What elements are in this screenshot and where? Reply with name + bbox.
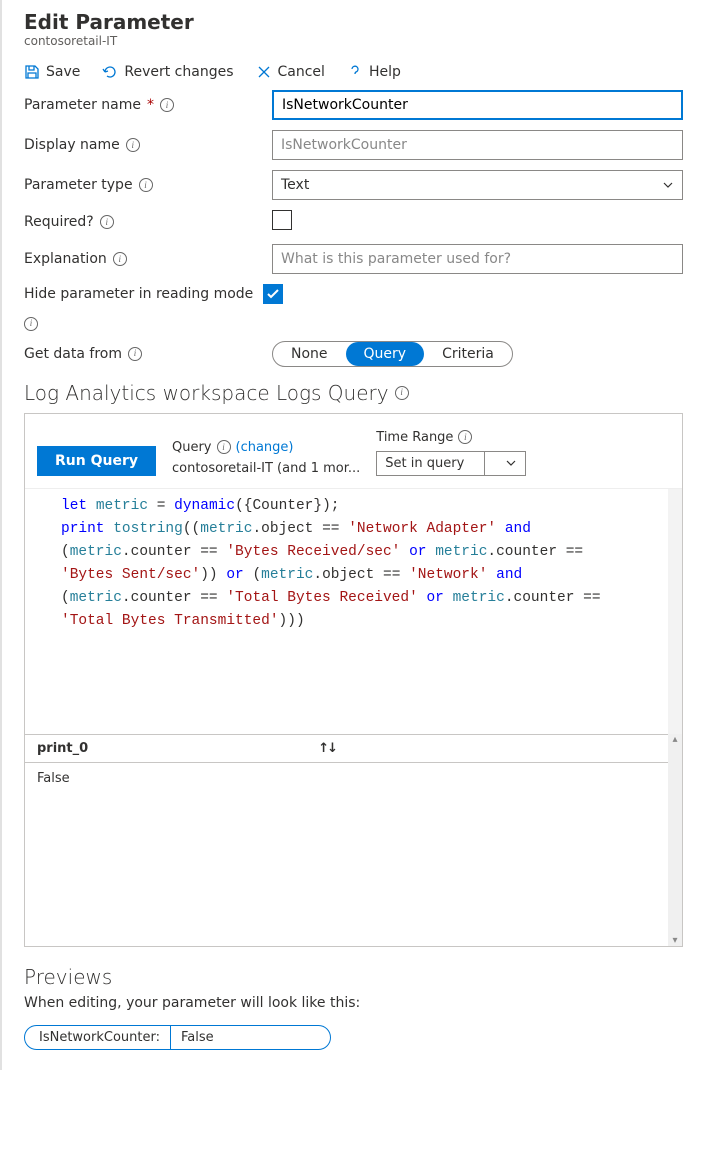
info-icon[interactable] — [100, 215, 114, 229]
previews-subtitle: When editing, your parameter will look l… — [24, 995, 683, 1011]
run-query-button[interactable]: Run Query — [37, 446, 156, 476]
preview-pill-value: False — [170, 1026, 330, 1049]
result-cell: False — [37, 771, 70, 786]
info-icon[interactable] — [217, 440, 231, 454]
scroll-up-icon[interactable]: ▴ — [672, 734, 677, 745]
help-button[interactable]: Help — [347, 64, 401, 80]
info-icon[interactable] — [126, 138, 140, 152]
display-name-label: Display name — [24, 137, 272, 153]
revert-button[interactable]: Revert changes — [102, 64, 233, 80]
cancel-button[interactable]: Cancel — [256, 64, 325, 80]
get-data-from-group: None Query Criteria — [272, 341, 513, 367]
query-editor[interactable]: let metric = dynamic({Counter}); print t… — [25, 488, 682, 734]
result-header[interactable]: print_0 ↑↓ — [25, 734, 682, 763]
info-icon[interactable] — [128, 347, 142, 361]
page-subtitle: contosoretail-IT — [24, 34, 683, 48]
explanation-label: Explanation — [24, 251, 272, 267]
info-icon[interactable] — [160, 98, 174, 112]
get-data-from-label: Get data from — [24, 346, 272, 362]
info-icon[interactable] — [113, 252, 127, 266]
previews-title: Previews — [24, 965, 683, 989]
required-asterisk: * — [147, 97, 154, 113]
check-icon — [266, 287, 280, 301]
close-icon — [256, 64, 272, 80]
query-scope-text: contosoretail-IT (and 1 mor... — [172, 461, 360, 476]
parameter-name-input[interactable] — [272, 90, 683, 120]
scrollbar[interactable]: ▴ ▾ — [668, 734, 682, 946]
getdata-option-query[interactable]: Query — [346, 342, 425, 366]
required-label: Required? — [24, 214, 272, 230]
hide-parameter-checkbox[interactable] — [263, 284, 283, 304]
result-body: False — [25, 763, 682, 946]
info-icon[interactable] — [139, 178, 153, 192]
explanation-input[interactable] — [272, 244, 683, 274]
page-title: Edit Parameter — [24, 10, 683, 34]
result-column-name: print_0 — [37, 741, 88, 756]
scroll-down-icon[interactable]: ▾ — [672, 935, 677, 946]
header: Edit Parameter contosoretail-IT — [24, 10, 683, 48]
change-scope-link[interactable]: (change) — [236, 440, 294, 455]
sort-icon[interactable]: ↑↓ — [318, 741, 336, 756]
parameter-type-label: Parameter type — [24, 177, 272, 193]
getdata-option-none[interactable]: None — [273, 342, 346, 366]
display-name-input[interactable] — [272, 130, 683, 160]
undo-icon — [102, 64, 118, 80]
info-icon[interactable] — [395, 386, 409, 400]
preview-pill-label: IsNetworkCounter: — [25, 1026, 170, 1049]
toolbar: Save Revert changes Cancel Help — [24, 64, 683, 80]
chevron-down-icon — [662, 179, 674, 191]
save-icon — [24, 64, 40, 80]
required-checkbox[interactable] — [272, 210, 292, 230]
query-box: Run Query Query (change) contosoretail-I… — [24, 413, 683, 947]
scrollbar[interactable] — [668, 489, 682, 734]
info-icon[interactable] — [458, 430, 472, 444]
info-icon[interactable] — [24, 317, 38, 331]
parameter-name-label: Parameter name * — [24, 97, 272, 113]
chevron-down-icon — [505, 457, 517, 469]
query-section-title: Log Analytics workspace Logs Query — [24, 381, 683, 405]
query-scope-header: Query (change) — [172, 440, 360, 455]
save-button[interactable]: Save — [24, 64, 80, 80]
getdata-option-criteria[interactable]: Criteria — [424, 342, 512, 366]
time-range-select[interactable]: Set in query — [376, 451, 526, 476]
preview-parameter-pill[interactable]: IsNetworkCounter: False — [24, 1025, 331, 1050]
hide-parameter-label: Hide parameter in reading mode — [24, 284, 304, 331]
help-icon — [347, 64, 363, 80]
parameter-type-select[interactable]: Text — [272, 170, 683, 200]
time-range-label: Time Range — [376, 430, 526, 445]
